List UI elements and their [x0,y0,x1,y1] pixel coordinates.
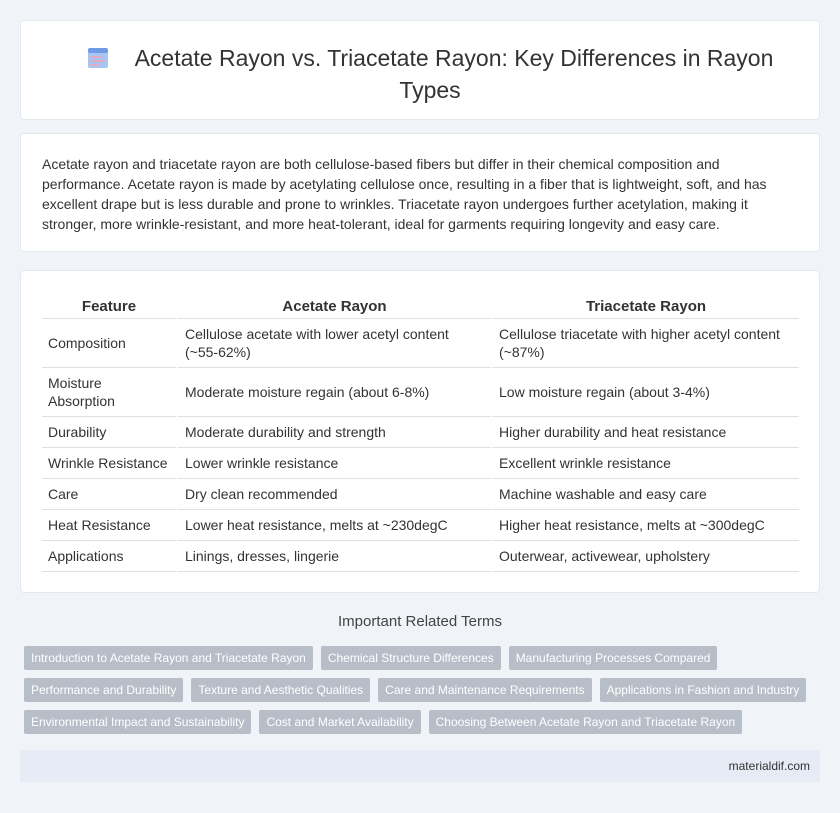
header-triacetate: Triacetate Rayon [490,295,799,319]
feature-cell: Wrinkle Resistance [42,448,176,479]
table-row: Durability Moderate durability and stren… [42,417,799,448]
triacetate-cell: Excellent wrinkle resistance [490,448,799,479]
comparison-table: Feature Acetate Rayon Triacetate Rayon C… [42,295,799,572]
related-tag[interactable]: Care and Maintenance Requirements [378,678,592,702]
acetate-cell: Dry clean recommended [176,479,490,510]
footer-site-link[interactable]: materialdif.com [729,759,810,773]
triacetate-cell: Higher heat resistance, melts at ~300deg… [490,510,799,541]
feature-cell: Composition [42,319,176,368]
table-row: Heat Resistance Lower heat resistance, m… [42,510,799,541]
acetate-cell: Linings, dresses, lingerie [176,541,490,572]
table-row: Care Dry clean recommended Machine washa… [42,479,799,510]
acetate-cell: Lower heat resistance, melts at ~230degC [176,510,490,541]
related-tag[interactable]: Chemical Structure Differences [320,646,501,670]
footer: materialdif.com [20,750,820,782]
document-icon [87,47,109,76]
feature-cell: Care [42,479,176,510]
related-tag[interactable]: Performance and Durability [24,678,184,702]
acetate-cell: Moderate durability and strength [176,417,490,448]
related-tag[interactable]: Texture and Aesthetic Qualities [191,678,371,702]
triacetate-cell: Machine washable and easy care [490,479,799,510]
acetate-cell: Lower wrinkle resistance [176,448,490,479]
related-tag[interactable]: Applications in Fashion and Industry [599,678,807,702]
comparison-card: Feature Acetate Rayon Triacetate Rayon C… [20,270,820,593]
acetate-cell: Moderate moisture regain (about 6-8%) [176,368,490,417]
tag-row: Introduction to Acetate Rayon and Triace… [24,646,824,670]
related-tag[interactable]: Cost and Market Availability [259,710,421,734]
related-terms-heading: Important Related Terms [338,613,502,630]
related-tag[interactable]: Introduction to Acetate Rayon and Triace… [24,646,313,670]
page-title: Acetate Rayon vs. Triacetate Rayon: Key … [81,44,779,105]
acetate-cell: Cellulose acetate with lower acetyl cont… [176,319,490,368]
feature-cell: Durability [42,417,176,448]
table-row: Composition Cellulose acetate with lower… [42,319,799,368]
table-row: Moisture Absorption Moderate moisture re… [42,368,799,417]
related-terms-tags: Introduction to Acetate Rayon and Triace… [24,646,824,742]
triacetate-cell: Cellulose triacetate with higher acetyl … [490,319,799,368]
table-header-row: Feature Acetate Rayon Triacetate Rayon [42,295,799,319]
triacetate-cell: Higher durability and heat resistance [490,417,799,448]
related-tag[interactable]: Environmental Impact and Sustainability [24,710,252,734]
table-row: Wrinkle Resistance Lower wrinkle resista… [42,448,799,479]
header-acetate: Acetate Rayon [176,295,490,319]
intro-card: Acetate rayon and triacetate rayon are b… [20,133,820,252]
title-card: Acetate Rayon vs. Triacetate Rayon: Key … [20,20,820,120]
related-tag[interactable]: Manufacturing Processes Compared [508,646,718,670]
tag-row: Environmental Impact and Sustainability … [24,710,824,734]
triacetate-cell: Low moisture regain (about 3-4%) [490,368,799,417]
page-title-text: Acetate Rayon vs. Triacetate Rayon: Key … [134,45,774,103]
header-feature: Feature [42,295,176,319]
tag-row: Performance and Durability Texture and A… [24,678,824,702]
feature-cell: Heat Resistance [42,510,176,541]
feature-cell: Moisture Absorption [42,368,176,417]
feature-cell: Applications [42,541,176,572]
intro-paragraph: Acetate rayon and triacetate rayon are b… [42,156,767,232]
triacetate-cell: Outerwear, activewear, upholstery [490,541,799,572]
table-row: Applications Linings, dresses, lingerie … [42,541,799,572]
related-tag[interactable]: Choosing Between Acetate Rayon and Triac… [428,710,743,734]
